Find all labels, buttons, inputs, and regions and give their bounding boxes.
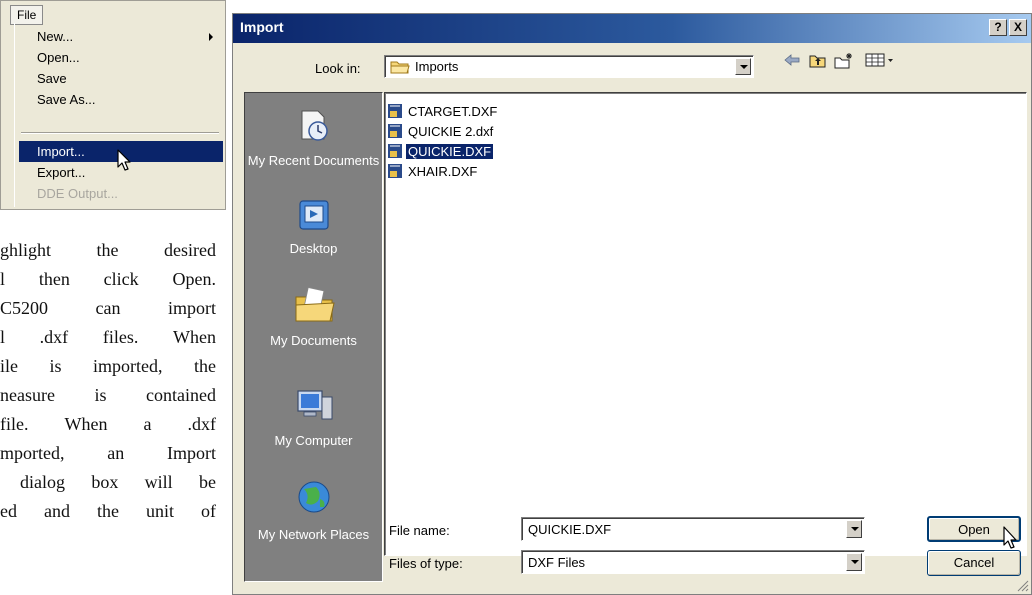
menu-item-label: Open... [37, 50, 80, 65]
body-text-line: l .dxf files. When [0, 327, 216, 347]
place-desktop[interactable]: Desktop [245, 197, 382, 256]
menu-item-label: Save [37, 71, 67, 86]
files-of-type-select[interactable]: DXF Files [521, 550, 865, 574]
desktop-icon [298, 200, 329, 230]
menu-item-label: Import... [37, 144, 85, 159]
body-text-line: ghlight the desired [0, 240, 216, 260]
chevron-down-icon[interactable] [846, 520, 862, 538]
dxf-file-icon [388, 104, 402, 118]
chevron-down-icon[interactable] [846, 553, 862, 571]
menu-file-title[interactable]: File [10, 5, 44, 25]
new-folder-button[interactable] [833, 49, 855, 71]
view-menu-button[interactable] [863, 49, 897, 71]
menu-item-save[interactable]: Save [19, 68, 223, 89]
menu-item-label: Export... [37, 165, 86, 180]
body-text-line: dialog box will be [20, 472, 216, 492]
folder-icon [390, 61, 410, 74]
submenu-arrow-icon [209, 33, 213, 41]
new-folder-icon [834, 52, 852, 68]
menu-item-new[interactable]: New... [19, 26, 223, 47]
menu-item-dde-output: DDE Output... [19, 183, 223, 204]
place-label: My Computer [274, 433, 353, 448]
menu-item-save-as[interactable]: Save As... [19, 89, 223, 110]
place-my-network-places[interactable]: My Network Places [245, 477, 382, 542]
chevron-down-icon[interactable] [735, 58, 751, 75]
file-item-xhair[interactable]: XHAIR.DXF [387, 162, 479, 180]
menu-item-label: Save As... [37, 92, 96, 107]
place-label: My Recent Documents [247, 153, 380, 168]
cancel-button[interactable]: Cancel [927, 550, 1021, 576]
file-list[interactable]: CTARGET.DXF QUICKIE 2.dxf QUICKIE.DXF XH… [384, 92, 1027, 556]
file-menu: File New... Open... Save Save As... Impo… [0, 0, 226, 210]
mouse-cursor-icon [117, 149, 131, 171]
file-item-ctarget[interactable]: CTARGET.DXF [387, 102, 499, 120]
place-my-computer[interactable]: My Computer [245, 385, 382, 448]
place-label: My Documents [270, 333, 357, 348]
look-in-value: Imports [415, 59, 459, 74]
body-text-line: l then click Open. [0, 269, 216, 289]
place-label: Desktop [289, 241, 338, 256]
body-text-line: C5200 can import [0, 298, 216, 318]
file-name: QUICKIE 2.dxf [408, 123, 494, 139]
close-button[interactable]: X [1009, 19, 1027, 36]
body-text-line: mported, an Import [0, 443, 216, 463]
menu-separator [21, 132, 219, 134]
place-my-recent-documents[interactable]: My Recent Documents [245, 105, 382, 168]
up-folder-icon [809, 55, 826, 67]
look-in-combobox[interactable]: Imports [384, 55, 754, 78]
dxf-file-icon [388, 124, 402, 138]
body-text-line: ed and the unit of [0, 501, 216, 521]
file-name: QUICKIE.DXF [406, 143, 494, 159]
network-places-icon [298, 481, 329, 513]
file-name-value: QUICKIE.DXF [528, 522, 612, 537]
view-menu-icon [865, 53, 893, 67]
dxf-file-icon [388, 144, 402, 158]
menu-item-open[interactable]: Open... [19, 47, 223, 68]
body-text-line: file. When a .dxf [0, 414, 216, 434]
file-name: XHAIR.DXF [408, 163, 478, 179]
places-bar: My Recent Documents Desktop My Documents [244, 92, 383, 582]
dialog-titlebar[interactable]: Import ? X [233, 14, 1031, 43]
mouse-cursor-icon [1003, 526, 1017, 549]
dxf-file-icon [388, 164, 402, 178]
file-name: CTARGET.DXF [408, 103, 498, 119]
file-item-quickie-2[interactable]: QUICKIE 2.dxf [387, 122, 495, 140]
recent-documents-icon [301, 110, 328, 141]
files-of-type-label: Files of type: [389, 556, 463, 571]
my-computer-icon [296, 390, 332, 420]
up-folder-button[interactable] [807, 49, 829, 71]
help-button[interactable]: ? [989, 19, 1007, 36]
file-name-label: File name: [389, 523, 450, 538]
files-of-type-value: DXF Files [528, 555, 586, 570]
place-label: My Network Places [257, 527, 370, 542]
body-text-line: neasure is contained [0, 385, 216, 405]
body-text-line: ile is imported, the [0, 356, 216, 376]
menu-item-label: DDE Output... [37, 186, 118, 201]
file-item-quickie[interactable]: QUICKIE.DXF [387, 142, 494, 160]
back-button[interactable] [781, 49, 803, 71]
menu-item-label: New... [37, 29, 74, 44]
back-arrow-icon [784, 54, 800, 66]
place-my-documents[interactable]: My Documents [245, 285, 382, 348]
file-name-input[interactable]: QUICKIE.DXF [521, 517, 865, 541]
import-dialog: Import ? X Look in: Imports My Recent Do… [232, 13, 1032, 595]
dialog-title: Import [240, 19, 284, 35]
my-documents-icon [295, 287, 335, 322]
resize-grip-icon[interactable] [1017, 580, 1029, 592]
look-in-label: Look in: [315, 61, 361, 76]
